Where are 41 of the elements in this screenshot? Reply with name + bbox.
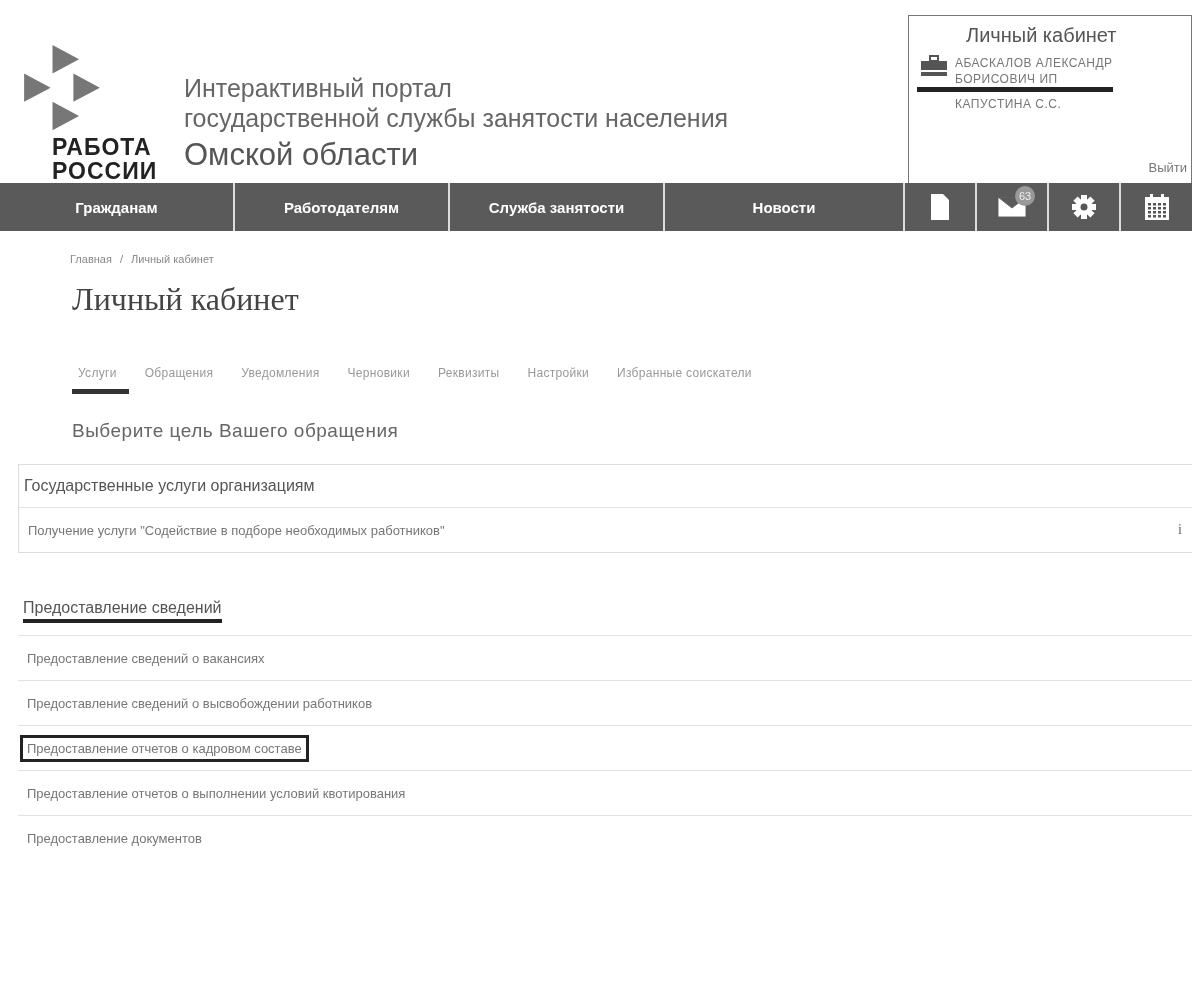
nav-link[interactable]: Служба занятости <box>450 183 665 231</box>
info-icon[interactable]: i <box>1178 522 1182 538</box>
nav-link[interactable]: Работодателям <box>235 183 450 231</box>
account-title: Личный кабинет <box>966 24 1118 47</box>
service-link[interactable]: Предоставление отчетов о кадровом составе <box>20 734 309 762</box>
portal-title: государственной службы занятости населения <box>184 103 729 133</box>
service-link[interactable]: Предоставление документов <box>20 824 209 852</box>
nav-link[interactable]: Новости <box>665 183 905 231</box>
section-heading: Государственные услуги организациям <box>24 477 315 495</box>
tab[interactable]: Реквизиты <box>425 360 512 394</box>
tab[interactable]: Избранные соискатели <box>605 360 764 394</box>
document-icon <box>931 194 949 220</box>
nav-link[interactable]: Гражданам <box>0 183 235 231</box>
user-name: КАПУСТИНА С.С. <box>955 96 1063 112</box>
breadcrumb-separator: / <box>119 253 123 265</box>
service-link[interactable]: Предоставление сведений о вакансиях <box>20 644 272 672</box>
tab[interactable]: Черновики <box>335 360 422 394</box>
service-link[interactable]: Получение услуги "Содействие в подборе необходимых работников" <box>21 516 452 544</box>
tab[interactable]: Уведомления <box>229 360 332 394</box>
logout-link[interactable]: Выйти <box>1148 160 1191 183</box>
tab[interactable]: Настройки <box>515 360 601 394</box>
count-badge: 63 <box>1015 186 1035 206</box>
logo-text: РАБОТА <box>52 135 152 159</box>
section-heading: Предоставление сведений <box>23 599 222 623</box>
service-link[interactable]: Предоставление сведений о высвобождении работников <box>20 689 380 717</box>
portal-title: Интерактивный портал <box>184 73 453 103</box>
breadcrumb-link[interactable]: Главная <box>70 253 112 265</box>
user-name: АБАСКАЛОВ АЛЕКСАНДР <box>955 55 1113 71</box>
calendar-icon <box>1144 194 1169 220</box>
region-title: Омской области <box>184 136 419 174</box>
service-link[interactable]: Предоставление отчетов о выполнении условий квотирования <box>20 779 413 807</box>
logo-text: РОССИИ <box>52 159 158 183</box>
settings-icon <box>1072 195 1096 219</box>
tab[interactable]: Обращения <box>132 360 226 394</box>
briefcase-icon <box>921 55 947 77</box>
user-name: БОРИСОВИЧ ИП <box>917 71 1113 92</box>
tab[interactable]: Услуги <box>72 360 129 394</box>
prompt-text: Выберите цель Вашего обращения <box>72 420 400 442</box>
breadcrumb-link[interactable]: Личный кабинет <box>130 253 214 265</box>
page-title: Личный кабинет <box>72 281 300 318</box>
nav-icon-button[interactable]: 63 <box>977 183 1049 231</box>
